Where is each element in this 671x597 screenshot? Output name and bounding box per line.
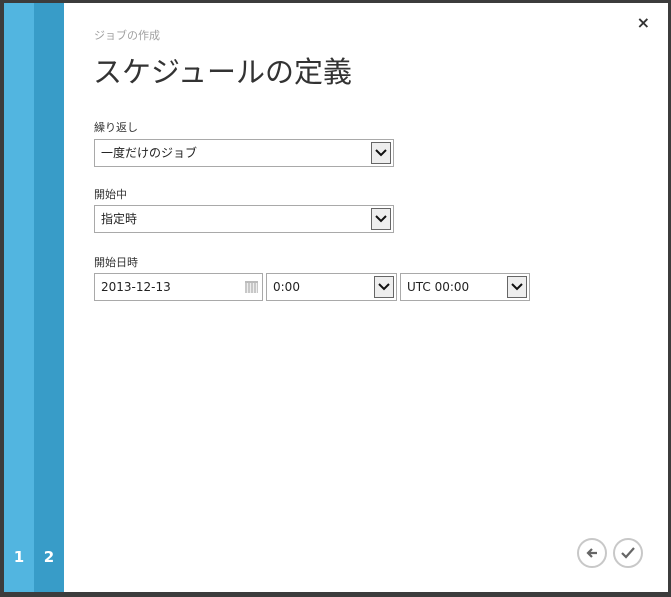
step-1-number: 1 (13, 548, 25, 566)
recurrence-value: 一度だけのジョブ (101, 146, 198, 160)
timezone-value: UTC 00:00 (407, 280, 470, 294)
start-time-value: 0:00 (273, 280, 300, 294)
finish-button[interactable] (613, 538, 643, 568)
chevron-down-icon[interactable] (371, 142, 391, 164)
start-select[interactable]: 指定時 (94, 205, 394, 233)
chevron-down-icon[interactable] (374, 276, 394, 298)
page-title: スケジュールの定義 (93, 55, 352, 89)
start-label: 開始中 (94, 188, 127, 201)
start-time-select[interactable]: 0:00 (266, 273, 397, 301)
start-date-input[interactable]: 2013-12-13 (94, 273, 263, 301)
chevron-down-icon[interactable] (371, 208, 391, 230)
step-2-number: 2 (43, 548, 55, 566)
timezone-select[interactable]: UTC 00:00 (400, 273, 530, 301)
arrow-left-icon (586, 548, 597, 558)
calendar-icon[interactable] (245, 281, 258, 293)
step-2-tab[interactable]: 2 (34, 3, 64, 592)
start-value: 指定時 (101, 212, 138, 226)
close-icon[interactable]: × (637, 13, 650, 32)
back-button[interactable] (577, 538, 607, 568)
start-datetime-label: 開始日時 (94, 256, 138, 269)
recurrence-label: 繰り返し (94, 121, 138, 134)
chevron-down-icon[interactable] (507, 276, 527, 298)
recurrence-select[interactable]: 一度だけのジョブ (94, 139, 394, 167)
step-1-tab[interactable]: 1 (4, 3, 34, 592)
start-date-value: 2013-12-13 (101, 280, 171, 294)
wizard-subtitle: ジョブの作成 (94, 29, 160, 42)
checkmark-icon (621, 547, 635, 559)
wizard-dialog: 1 2 × ジョブの作成 スケジュールの定義 繰り返し 一度だけのジョブ 開始中… (4, 3, 668, 592)
